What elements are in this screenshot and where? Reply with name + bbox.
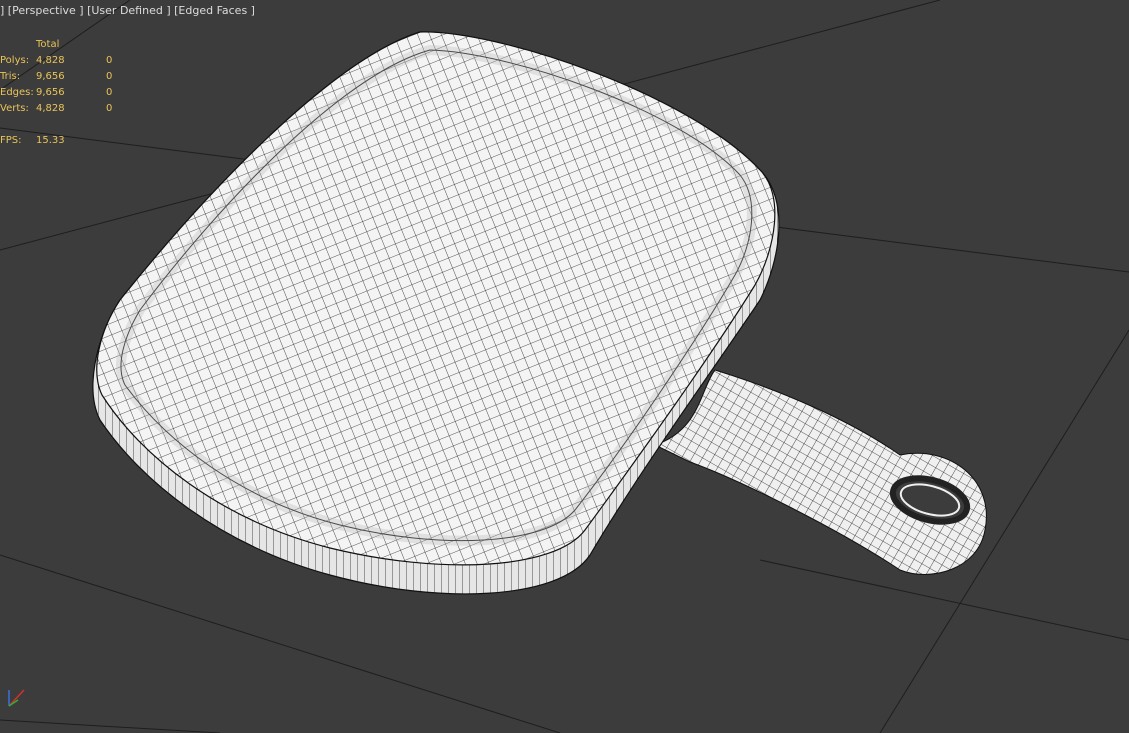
perspective-viewport[interactable]: ] [Perspective ] [User Defined ] [Edged …: [0, 0, 1129, 733]
stats-spacer: [0, 117, 130, 133]
stats-selected-value: 0: [106, 103, 113, 114]
stats-row-fps: FPS: 15.33: [0, 133, 130, 149]
stats-total-value: 9,656: [36, 71, 65, 82]
pan-handle-mesh: [653, 369, 987, 575]
stats-selected-value: 0: [106, 87, 113, 98]
stats-row-verts: Verts: 4,828 0: [0, 101, 130, 117]
stats-label: Edges:: [0, 87, 34, 98]
viewport-label-menus[interactable]: [Perspective ] [User Defined ] [Edged Fa…: [8, 4, 255, 17]
axis-tripod-icon: [4, 686, 30, 712]
viewport-canvas[interactable]: [0, 0, 1129, 733]
stats-total-header: Total: [36, 39, 60, 50]
stats-label: Tris:: [0, 71, 21, 82]
stats-row-polys: Polys: 4,828 0: [0, 53, 130, 69]
stats-label: Verts:: [0, 103, 29, 114]
stats-selected-value: 0: [106, 71, 113, 82]
fps-label: FPS:: [0, 135, 22, 146]
pan-body-mesh: [92, 31, 780, 595]
stats-total-value: 9,656: [36, 87, 65, 98]
stats-header-row: Total: [0, 37, 130, 53]
stats-row-edges: Edges: 9,656 0: [0, 85, 130, 101]
viewport-label[interactable]: ] [Perspective ] [User Defined ] [Edged …: [0, 4, 255, 17]
stats-total-value: 4,828: [36, 103, 65, 114]
fps-value: 15.33: [36, 135, 65, 146]
stats-total-value: 4,828: [36, 55, 65, 66]
statistics-overlay: Total Polys: 4,828 0 Tris: 9,656 0 Edges…: [0, 37, 130, 149]
stats-label: Polys:: [0, 55, 30, 66]
stats-row-tris: Tris: 9,656 0: [0, 69, 130, 85]
stats-selected-value: 0: [106, 55, 113, 66]
viewport-label-prefix[interactable]: ]: [0, 4, 4, 17]
